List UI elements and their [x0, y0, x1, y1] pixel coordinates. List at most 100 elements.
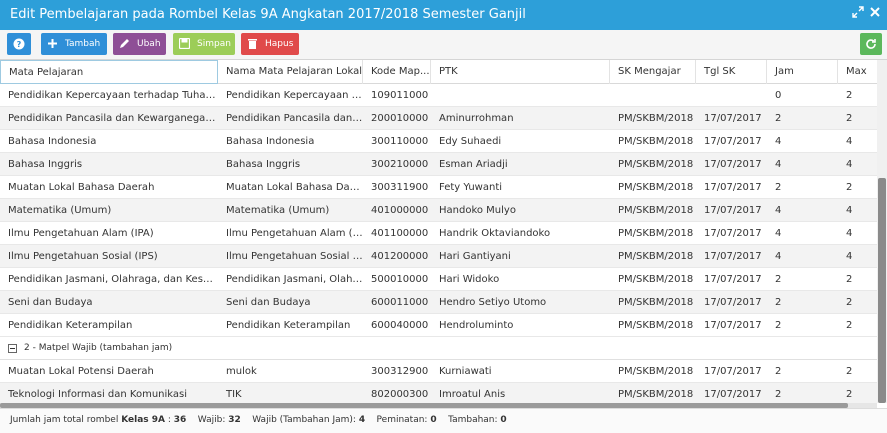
expand-icon[interactable]: [850, 6, 866, 22]
cell-kode-mapel[interactable]: 600040000: [363, 314, 431, 337]
cell-tgl-sk[interactable]: 17/07/2017: [696, 199, 767, 222]
cell-sk-mengajar[interactable]: PM/SKBM/2018: [610, 314, 696, 337]
cell-kode-mapel[interactable]: 500010000: [363, 268, 431, 291]
collapse-icon[interactable]: [8, 344, 17, 353]
cell-sk-mengajar[interactable]: PM/SKBM/2018: [610, 291, 696, 314]
cell-tgl-sk[interactable]: 17/07/2017: [696, 360, 767, 383]
cell-tgl-sk[interactable]: 17/07/2017: [696, 314, 767, 337]
table-row[interactable]: Bahasa Inggris Bahasa Inggris 300210000 Esm…: [0, 153, 877, 176]
cell-nama-lokal[interactable]: mulok: [218, 360, 363, 383]
cell-kode-mapel[interactable]: 802000300: [363, 383, 431, 403]
column-header-mata-pelajaran[interactable]: Mata Pelajaran: [0, 60, 218, 84]
cell-sk-mengajar[interactable]: PM/SKBM/2018: [610, 130, 696, 153]
cell-nama-lokal[interactable]: Bahasa Inggris: [218, 153, 363, 176]
column-header-jam[interactable]: Jam: [767, 60, 838, 84]
cell-kode-mapel[interactable]: 401200000: [363, 245, 431, 268]
cell-sk-mengajar[interactable]: PM/SKBM/2018: [610, 107, 696, 130]
table-row[interactable]: Pendidikan Kepercayaan terhadap Tuhan YM…: [0, 84, 877, 107]
cell-tgl-sk[interactable]: 17/07/2017: [696, 222, 767, 245]
column-header-max[interactable]: Max: [838, 60, 877, 84]
cell-tgl-sk[interactable]: [696, 84, 767, 107]
column-header-sk-mengajar[interactable]: SK Mengajar: [610, 60, 696, 84]
column-header-nama-lokal[interactable]: Nama Mata Pelajaran Lokal: [218, 60, 363, 84]
cell-ptk[interactable]: [431, 84, 610, 107]
cell-mata-pelajaran[interactable]: Teknologi Informasi dan Komunikasi: [0, 383, 218, 403]
cell-jam[interactable]: 2: [767, 176, 838, 199]
cell-ptk[interactable]: Aminurrohman: [431, 107, 610, 130]
hapus-button[interactable]: Hapus: [241, 33, 299, 55]
cell-ptk[interactable]: Handoko Mulyo: [431, 199, 610, 222]
cell-ptk[interactable]: Hendroluminto: [431, 314, 610, 337]
cell-ptk[interactable]: Hari Widoko: [431, 268, 610, 291]
cell-jam[interactable]: 2: [767, 107, 838, 130]
cell-jam[interactable]: 4: [767, 245, 838, 268]
cell-mata-pelajaran[interactable]: Bahasa Indonesia: [0, 130, 218, 153]
cell-nama-lokal[interactable]: Pendidikan Pancasila dan K...: [218, 107, 363, 130]
cell-sk-mengajar[interactable]: [610, 84, 696, 107]
cell-mata-pelajaran[interactable]: Muatan Lokal Bahasa Daerah: [0, 176, 218, 199]
cell-max[interactable]: 2: [838, 360, 877, 383]
cell-nama-lokal[interactable]: Pendidikan Jasmani, Olahra...: [218, 268, 363, 291]
cell-nama-lokal[interactable]: Pendidikan Kepercayaan ter...: [218, 84, 363, 107]
refresh-button[interactable]: [860, 33, 882, 55]
cell-sk-mengajar[interactable]: PM/SKBM/2018: [610, 245, 696, 268]
cell-jam[interactable]: 4: [767, 130, 838, 153]
cell-ptk[interactable]: Hari Gantiyani: [431, 245, 610, 268]
cell-ptk[interactable]: Edy Suhaedi: [431, 130, 610, 153]
cell-ptk[interactable]: Kurniawati: [431, 360, 610, 383]
table-row[interactable]: Muatan Lokal Potensi Daerah mulok 30031290…: [0, 360, 877, 383]
cell-ptk[interactable]: Esman Ariadji: [431, 153, 610, 176]
cell-sk-mengajar[interactable]: PM/SKBM/2018: [610, 383, 696, 403]
table-row[interactable]: Pendidikan Jasmani, Olahraga, dan Keseha…: [0, 268, 877, 291]
cell-nama-lokal[interactable]: Bahasa Indonesia: [218, 130, 363, 153]
cell-jam[interactable]: 4: [767, 199, 838, 222]
table-row[interactable]: Seni dan Budaya Seni dan Budaya 600011000 H…: [0, 291, 877, 314]
vertical-scroll-thumb[interactable]: [878, 178, 886, 403]
cell-nama-lokal[interactable]: Pendidikan Keterampilan: [218, 314, 363, 337]
cell-max[interactable]: 2: [838, 107, 877, 130]
cell-tgl-sk[interactable]: 17/07/2017: [696, 153, 767, 176]
cell-nama-lokal[interactable]: Ilmu Pengetahuan Alam (IPA): [218, 222, 363, 245]
cell-kode-mapel[interactable]: 300311900: [363, 176, 431, 199]
cell-kode-mapel[interactable]: 300210000: [363, 153, 431, 176]
cell-jam[interactable]: 2: [767, 314, 838, 337]
table-row[interactable]: Ilmu Pengetahuan Alam (IPA) Ilmu Pengetah…: [0, 222, 877, 245]
cell-max[interactable]: 4: [838, 130, 877, 153]
cell-max[interactable]: 2: [838, 314, 877, 337]
table-row[interactable]: Matematika (Umum) Matematika (Umum) 401000…: [0, 199, 877, 222]
cell-mata-pelajaran[interactable]: Seni dan Budaya: [0, 291, 218, 314]
cell-nama-lokal[interactable]: Matematika (Umum): [218, 199, 363, 222]
cell-jam[interactable]: 4: [767, 153, 838, 176]
cell-tgl-sk[interactable]: 17/07/2017: [696, 245, 767, 268]
cell-jam[interactable]: 2: [767, 360, 838, 383]
cell-ptk[interactable]: Imroatul Anis: [431, 383, 610, 403]
cell-nama-lokal[interactable]: Muatan Lokal Bahasa Daerah: [218, 176, 363, 199]
cell-max[interactable]: 2: [838, 84, 877, 107]
cell-sk-mengajar[interactable]: PM/SKBM/2018: [610, 222, 696, 245]
table-row[interactable]: Pendidikan Pancasila dan Kewarganegaraan…: [0, 107, 877, 130]
cell-tgl-sk[interactable]: 17/07/2017: [696, 130, 767, 153]
cell-mata-pelajaran[interactable]: Bahasa Inggris: [0, 153, 218, 176]
cell-ptk[interactable]: Handrik Oktaviandoko: [431, 222, 610, 245]
cell-max[interactable]: 2: [838, 268, 877, 291]
cell-tgl-sk[interactable]: 17/07/2017: [696, 107, 767, 130]
vertical-scrollbar[interactable]: [877, 60, 887, 403]
ubah-button[interactable]: Ubah: [113, 33, 166, 55]
cell-tgl-sk[interactable]: 17/07/2017: [696, 268, 767, 291]
cell-max[interactable]: 4: [838, 222, 877, 245]
cell-jam[interactable]: 2: [767, 383, 838, 403]
tambah-button[interactable]: Tambah: [41, 33, 107, 55]
cell-mata-pelajaran[interactable]: Muatan Lokal Potensi Daerah: [0, 360, 218, 383]
group-header[interactable]: 2 - Matpel Wajib (tambahan jam): [0, 337, 877, 360]
cell-ptk[interactable]: Fety Yuwanti: [431, 176, 610, 199]
cell-max[interactable]: 4: [838, 153, 877, 176]
cell-sk-mengajar[interactable]: PM/SKBM/2018: [610, 153, 696, 176]
help-button[interactable]: ?: [7, 33, 31, 55]
table-row[interactable]: Ilmu Pengetahuan Sosial (IPS) Ilmu Penget…: [0, 245, 877, 268]
cell-mata-pelajaran[interactable]: Ilmu Pengetahuan Sosial (IPS): [0, 245, 218, 268]
cell-kode-mapel[interactable]: 600011000: [363, 291, 431, 314]
cell-mata-pelajaran[interactable]: Ilmu Pengetahuan Alam (IPA): [0, 222, 218, 245]
simpan-button[interactable]: Simpan: [173, 33, 235, 55]
cell-jam[interactable]: 0: [767, 84, 838, 107]
cell-mata-pelajaran[interactable]: Pendidikan Pancasila dan Kewarganegaraan: [0, 107, 218, 130]
